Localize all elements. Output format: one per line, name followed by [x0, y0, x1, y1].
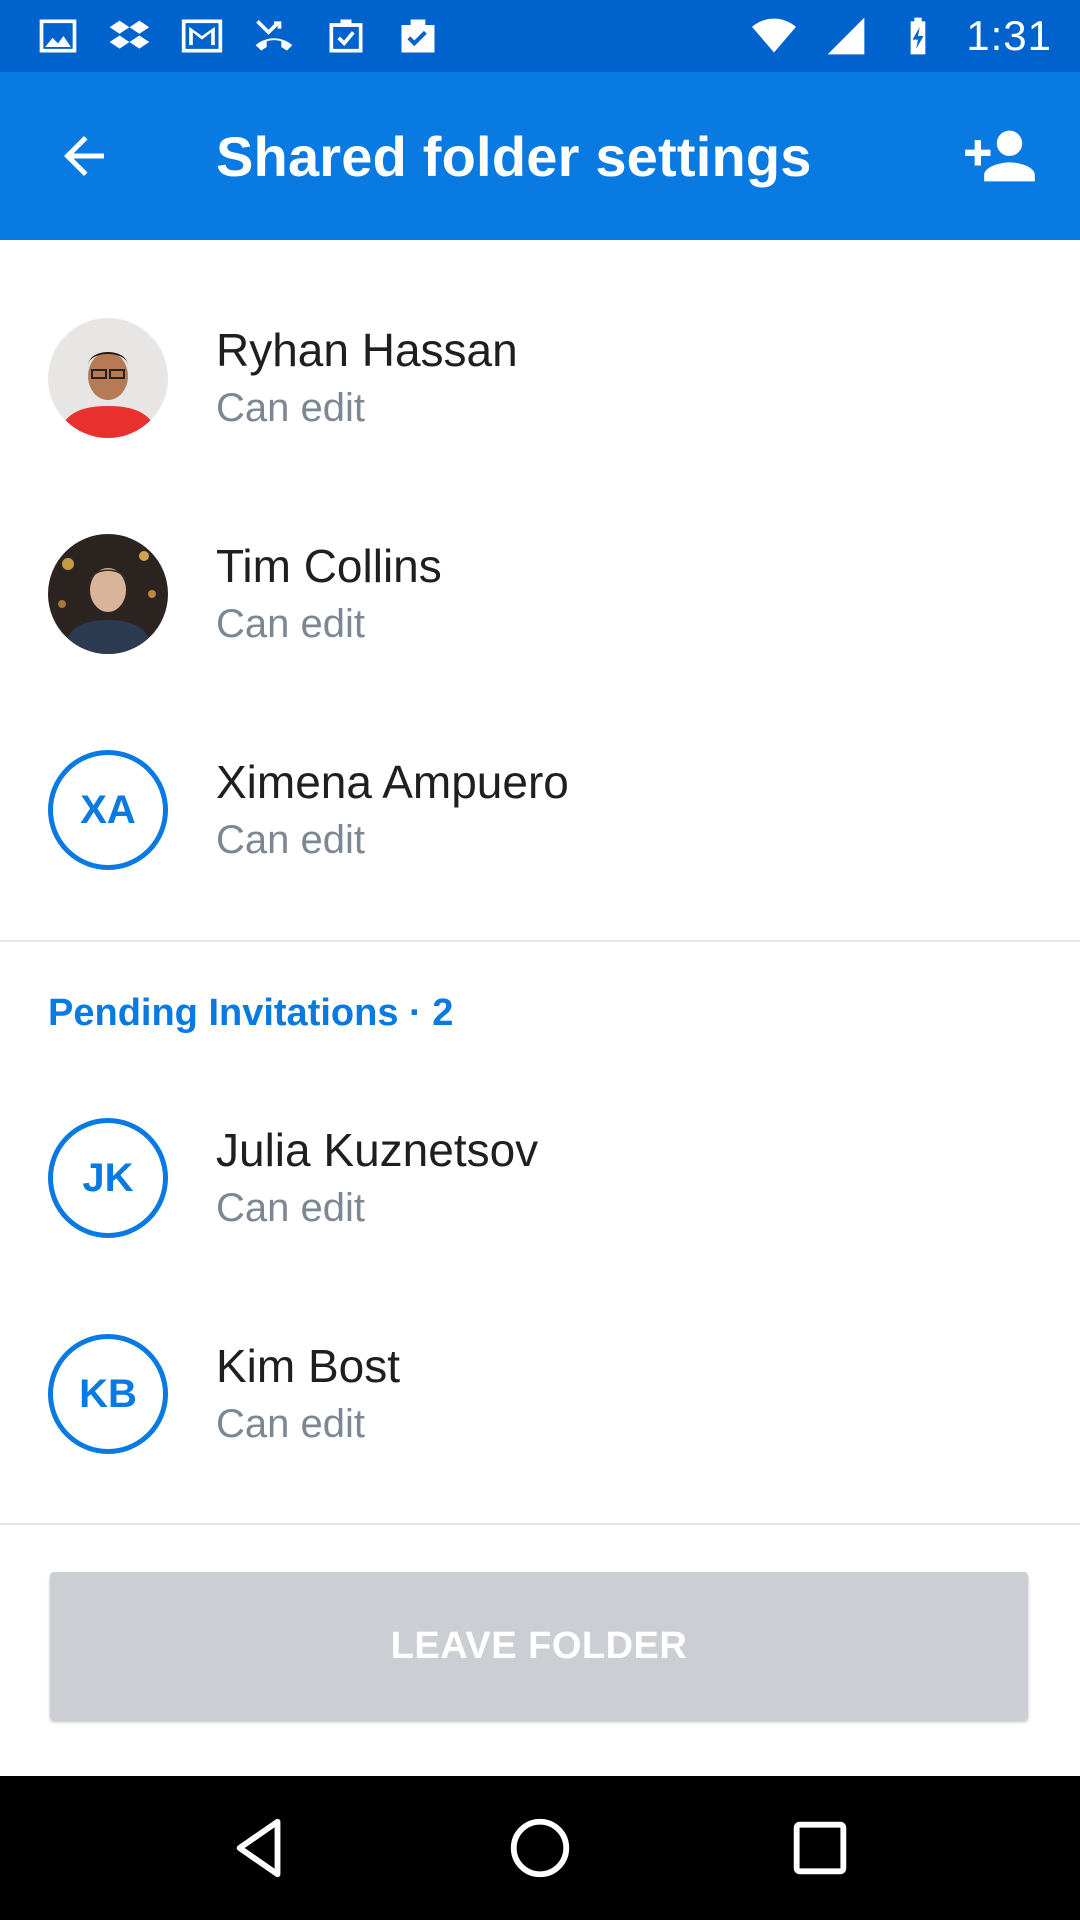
missed-call-icon — [250, 12, 298, 60]
notification-icons — [34, 12, 442, 60]
member-row[interactable]: Tim Collins Can edit — [0, 486, 1080, 702]
status-bar: 1:31 — [0, 0, 1080, 72]
wifi-icon — [750, 12, 798, 60]
page-title: Shared folder settings — [216, 124, 812, 188]
gmail-icon — [178, 12, 226, 60]
invitee-name: Kim Bost — [216, 1340, 401, 1392]
invitee-row[interactable]: JK Julia Kuznetsov Can edit — [0, 1070, 1080, 1286]
invitee-name: Julia Kuznetsov — [216, 1124, 539, 1176]
initials-avatar: KB — [48, 1334, 168, 1454]
back-button[interactable] — [34, 106, 134, 206]
dropbox-icon — [106, 12, 154, 60]
task-icon — [322, 12, 370, 60]
shared-folder-settings-screen: 1:31 Shared folder settings Ryhan Hassan… — [0, 0, 1080, 1920]
section-divider — [0, 940, 1080, 942]
section-divider — [0, 1523, 1080, 1525]
arrow-back-icon — [64, 136, 104, 176]
member-permission: Can edit — [216, 602, 365, 646]
pending-invitations-header: Pending Invitations · 2 — [48, 992, 454, 1034]
system-icons: 1:31 — [750, 12, 1052, 60]
system-nav-bar — [0, 1776, 1080, 1920]
member-row[interactable]: Ryhan Hassan Can edit — [0, 270, 1080, 486]
briefcase-check-icon — [394, 12, 442, 60]
add-member-button[interactable] — [950, 106, 1050, 206]
invitee-permission: Can edit — [216, 1186, 365, 1230]
avatar — [48, 534, 168, 654]
signal-icon — [822, 12, 870, 60]
member-info: Ryhan Hassan Can edit — [216, 322, 518, 434]
member-name: Ryhan Hassan — [216, 324, 518, 376]
battery-charging-icon — [894, 12, 942, 60]
member-info: Ximena Ampuero Can edit — [216, 754, 569, 866]
initials-avatar: JK — [48, 1118, 168, 1238]
person-photo — [48, 534, 168, 654]
member-permission: Can edit — [216, 386, 365, 430]
member-row[interactable]: XA Ximena Ampuero Can edit — [0, 702, 1080, 918]
recents-square-icon — [793, 1821, 847, 1875]
app-bar: Shared folder settings — [0, 72, 1080, 240]
member-name: Ximena Ampuero — [216, 756, 569, 808]
member-permission: Can edit — [216, 818, 365, 862]
status-time: 1:31 — [966, 12, 1052, 59]
image-icon — [34, 12, 82, 60]
nav-home-button[interactable] — [485, 1793, 595, 1903]
person-photo — [48, 318, 168, 438]
invitee-row[interactable]: KB Kim Bost Can edit — [0, 1286, 1080, 1502]
member-info: Tim Collins Can edit — [216, 538, 442, 650]
home-circle-icon — [510, 1818, 570, 1878]
invitee-permission: Can edit — [216, 1402, 365, 1446]
nav-recents-button[interactable] — [765, 1793, 875, 1903]
member-name: Tim Collins — [216, 540, 442, 592]
initials-avatar: XA — [48, 750, 168, 870]
invitee-info: Kim Bost Can edit — [216, 1338, 400, 1450]
avatar — [48, 318, 168, 438]
back-triangle-icon — [236, 1818, 281, 1878]
nav-back-button[interactable] — [205, 1793, 315, 1903]
leave-folder-button[interactable]: LEAVE FOLDER — [50, 1572, 1028, 1720]
invitee-info: Julia Kuznetsov Can edit — [216, 1122, 538, 1234]
add-person-icon — [965, 130, 1035, 182]
